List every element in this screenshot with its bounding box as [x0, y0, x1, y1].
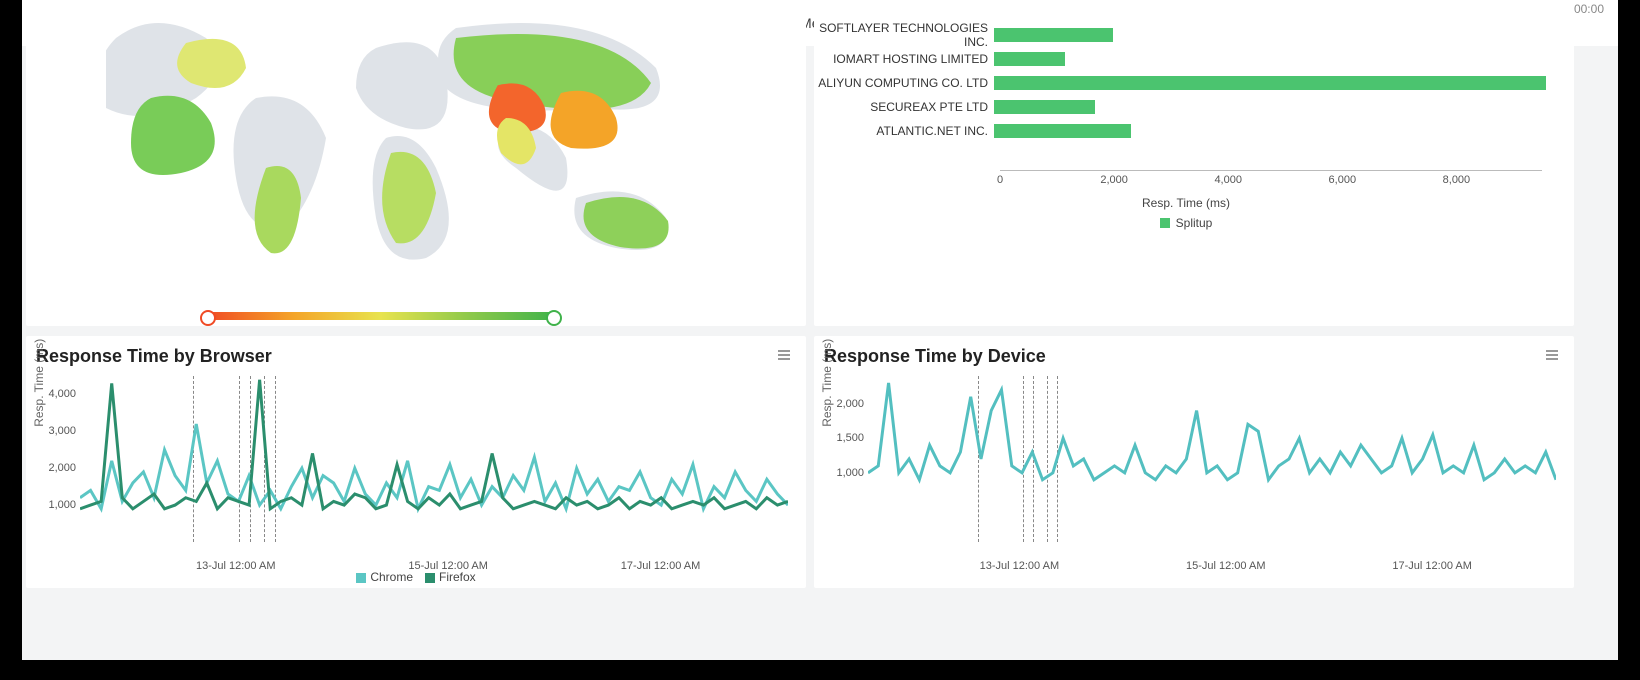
isp-row: IOMART HOSTING LIMITED: [814, 48, 1558, 70]
x-axis-line: [1000, 170, 1542, 171]
legend-item[interactable]: Firefox: [425, 570, 476, 584]
isp-row-label: ATLANTIC.NET INC.: [814, 124, 994, 138]
legend-label: Splitup: [1176, 216, 1213, 230]
isp-row: ATLANTIC.NET INC.: [814, 120, 1558, 142]
y-tick: 1,500: [836, 432, 864, 444]
isp-bar-chart[interactable]: SOFTLAYER TECHNOLOGIES INC. IOMART HOSTIN…: [814, 18, 1558, 218]
y-tick: 2,000: [836, 398, 864, 410]
world-map-panel: 00.50.70.850.9411,000: [26, 0, 806, 326]
isp-row: ALIYUN COMPUTING CO. LTD: [814, 72, 1558, 94]
y-axis-ticks: 1,000 2,000 3,000 4,000: [46, 376, 76, 542]
isp-row: SOFTLAYER TECHNOLOGIES INC.: [814, 24, 1558, 46]
isp-bar-panel: SOFTLAYER TECHNOLOGIES INC. IOMART HOSTIN…: [814, 0, 1574, 326]
isp-row-label: SOFTLAYER TECHNOLOGIES INC.: [814, 21, 994, 49]
browser-line-panel: Response Time by Browser Resp. Time (ms)…: [26, 336, 806, 588]
isp-row: SECUREAX PTE LTD: [814, 96, 1558, 118]
series-line: [80, 424, 788, 509]
isp-bar[interactable]: [994, 28, 1113, 42]
map-legend-gradient: [206, 312, 556, 320]
x-axis-label: Resp. Time (ms): [814, 196, 1558, 210]
y-axis-label: Resp. Time (ms): [820, 339, 834, 427]
isp-bar[interactable]: [994, 100, 1095, 114]
legend-swatch: [1160, 218, 1170, 228]
isp-bar[interactable]: [994, 76, 1546, 90]
legend-item[interactable]: Chrome: [356, 570, 413, 584]
x-tick: 15-Jul 12:00 AM: [1186, 560, 1266, 572]
series-line: [868, 383, 1556, 480]
x-tick: 0: [997, 174, 1003, 186]
x-tick: 13-Jul 12:00 AM: [980, 560, 1060, 572]
y-tick: 1,000: [836, 467, 864, 479]
legend-swatch: [356, 573, 366, 583]
device-line-panel: Response Time by Device Resp. Time (ms) …: [814, 336, 1574, 588]
world-map-svg: [106, 8, 726, 278]
x-tick: 6,000: [1329, 174, 1357, 186]
browser-line-chart[interactable]: [80, 376, 788, 542]
isp-row-label: IOMART HOSTING LIMITED: [814, 52, 994, 66]
y-tick: 2,000: [48, 462, 76, 474]
x-tick: 8,000: [1443, 174, 1471, 186]
panel-title: Response Time by Browser: [26, 336, 806, 369]
isp-bar[interactable]: [994, 124, 1131, 138]
isp-legend: Splitup: [814, 216, 1558, 230]
x-tick: 2,000: [1100, 174, 1128, 186]
panel-menu-icon[interactable]: [1546, 348, 1562, 364]
app-frame: OverviewTransactionsDatabaseTracesExcept…: [22, 0, 1618, 660]
world-map[interactable]: [106, 8, 726, 278]
y-tick: 1,000: [48, 499, 76, 511]
isp-bar[interactable]: [994, 52, 1065, 66]
legend-swatch: [425, 573, 435, 583]
isp-row-label: SECUREAX PTE LTD: [814, 100, 994, 114]
line-svg: [80, 376, 788, 542]
panel-menu-icon[interactable]: [778, 348, 794, 364]
browser-legend: Chrome Firefox: [26, 570, 806, 584]
isp-row-label: ALIYUN COMPUTING CO. LTD: [814, 76, 994, 90]
y-axis-ticks: 1,000 1,500 2,000: [834, 376, 864, 542]
panel-title: Response Time by Device: [814, 336, 1574, 369]
x-tick: 4,000: [1214, 174, 1242, 186]
x-tick: 17-Jul 12:00 AM: [1392, 560, 1472, 572]
y-tick: 3,000: [48, 425, 76, 437]
legend-label: Chrome: [370, 570, 413, 584]
y-axis-label: Resp. Time (ms): [32, 339, 46, 427]
y-tick: 4,000: [48, 388, 76, 400]
line-svg: [868, 376, 1556, 542]
device-line-chart[interactable]: [868, 376, 1556, 542]
legend-label: Firefox: [439, 570, 476, 584]
